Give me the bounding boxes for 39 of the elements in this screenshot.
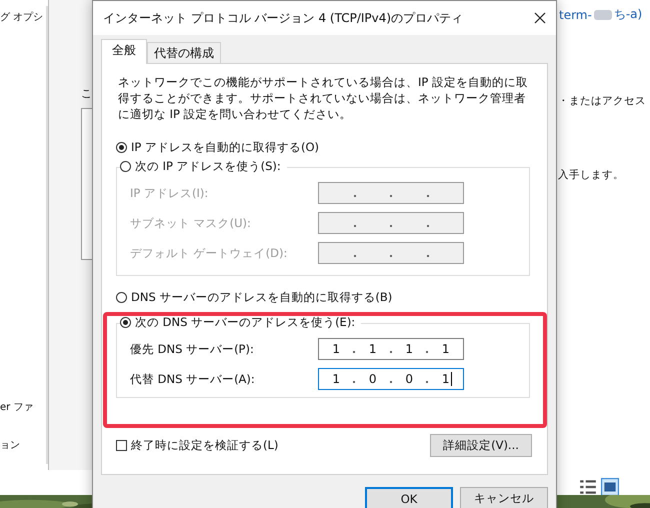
details-view-icon[interactable]	[579, 478, 597, 496]
tiles-view-icon[interactable]	[601, 478, 619, 496]
dialog-button[interactable]: OK	[365, 487, 453, 508]
option-label: 終了時に設定を検証する(L)	[131, 438, 278, 453]
window-text: グ オプシ	[0, 10, 44, 24]
field-label: 優先 DNS サーバー(P):	[130, 342, 254, 356]
network-link[interactable]: term-	[559, 8, 592, 22]
blurred-area	[594, 10, 612, 20]
window-text: こ	[81, 86, 92, 101]
option-label: DNS サーバーのアドレスを自動的に取得する(B)	[131, 290, 392, 305]
option-label: IP アドレスを自動的に取得する(O)	[131, 140, 320, 155]
radio-button[interactable]	[116, 292, 127, 303]
ip-address-field[interactable]	[318, 242, 464, 264]
ip-address-field[interactable]	[318, 212, 464, 234]
field-label: デフォルト ゲートウェイ(D):	[130, 246, 288, 260]
field-label: サブネット マスク(U):	[130, 216, 251, 230]
advanced-button[interactable]: 詳細設定(V)...	[430, 434, 532, 457]
dialog-button[interactable]: キャンセル	[460, 487, 548, 508]
tab[interactable]: 全般	[101, 39, 147, 64]
radio-button[interactable]	[120, 161, 131, 172]
ip-address-field[interactable]	[318, 182, 464, 204]
window-text: ョン	[0, 439, 20, 452]
ip-address-field[interactable]: 1 1 1 1	[318, 338, 464, 360]
ip-address-field[interactable]: 1 0 0 1	[318, 368, 464, 390]
tab[interactable]: 代替の構成	[147, 42, 221, 63]
window-text: 入手します。	[558, 168, 624, 182]
description-text: ネットワークでこの機能がサポートされている場合は、IP 設定を自動的に取得することができます。サポートされていない場合は、ネットワーク管理者に適切な IP 設定を問い合わせてください。	[118, 74, 528, 122]
close-icon[interactable]	[534, 12, 546, 24]
network-link[interactable]: ち-a)	[614, 6, 642, 23]
radio-button[interactable]	[116, 142, 127, 153]
window-text: ・またはアクセス	[558, 94, 646, 108]
option-label: 次の DNS サーバーのアドレスを使う(E):	[135, 315, 356, 330]
option-label: 次の IP アドレスを使う(S):	[135, 159, 281, 174]
checkbox[interactable]	[116, 440, 127, 451]
window-title: インターネット プロトコル バージョン 4 (TCP/IPv4)のプロパティ	[103, 10, 464, 26]
field-label: 代替 DNS サーバー(A):	[130, 372, 255, 386]
window-text: er ファ	[0, 401, 34, 414]
field-label: IP アドレス(I):	[130, 186, 208, 200]
radio-button[interactable]	[120, 317, 131, 328]
